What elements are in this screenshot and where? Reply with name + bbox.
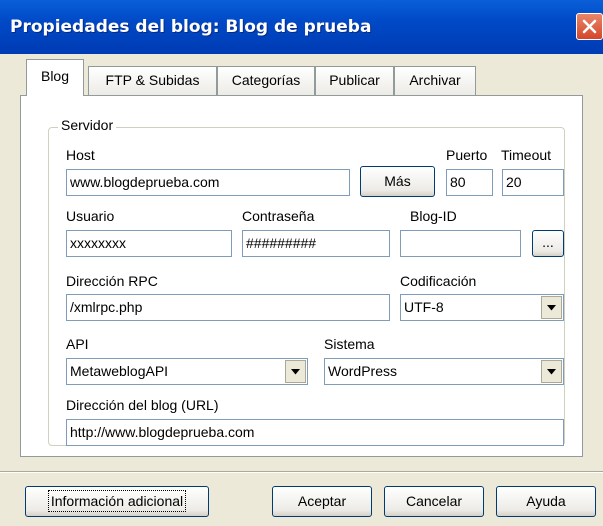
info-adicional-button[interactable]: Información adicional	[25, 486, 209, 517]
tab-label: Archivar	[409, 72, 461, 88]
puerto-label: Puerto	[446, 147, 488, 163]
contrasena-label: Contraseña	[242, 208, 315, 224]
timeout-label: Timeout	[501, 147, 552, 163]
tab-label: FTP & Subidas	[105, 72, 200, 88]
host-label: Host	[66, 147, 95, 163]
ayuda-label: Ayuda	[526, 493, 566, 509]
tab-archivar[interactable]: Archivar	[394, 66, 476, 95]
close-button[interactable]	[576, 13, 603, 40]
info-adicional-label: Información adicional	[47, 490, 187, 512]
mas-button-label: Más	[384, 173, 411, 189]
sistema-value: WordPress	[328, 363, 397, 379]
browse-button-label: ...	[542, 234, 554, 250]
chevron-down-icon	[547, 369, 556, 375]
close-icon	[582, 19, 597, 34]
usuario-input[interactable]: xxxxxxxx	[66, 230, 232, 257]
tab-label: Categorías	[231, 72, 301, 88]
chevron-down-icon	[291, 369, 300, 375]
usuario-label: Usuario	[66, 208, 115, 224]
blogid-label: Blog-ID	[410, 208, 457, 224]
aceptar-button[interactable]: Aceptar	[272, 486, 372, 517]
codificacion-label: Codificación	[400, 273, 477, 289]
tab-label: Publicar	[329, 72, 380, 88]
tab-ftp-subidas[interactable]: FTP & Subidas	[88, 66, 217, 95]
separator	[0, 471, 603, 473]
sistema-select[interactable]: WordPress	[324, 358, 564, 385]
tab-label: Blog	[40, 68, 70, 84]
title-bar[interactable]: Propiedades del blog: Blog de prueba	[0, 0, 603, 54]
api-value: MetaweblogAPI	[70, 363, 169, 379]
sistema-label: Sistema	[324, 336, 375, 352]
cancelar-button[interactable]: Cancelar	[384, 486, 484, 517]
timeout-input[interactable]: 20	[502, 169, 564, 196]
url-input[interactable]: http://www.blogdeprueba.com	[66, 419, 564, 446]
window-title: Propiedades del blog: Blog de prueba	[10, 17, 372, 37]
sistema-dropdown-button[interactable]	[541, 360, 562, 383]
codificacion-value: UTF-8	[404, 299, 444, 315]
ayuda-button[interactable]: Ayuda	[496, 486, 596, 517]
url-label: Dirección del blog (URL)	[66, 397, 219, 413]
tab-publicar[interactable]: Publicar	[315, 66, 394, 95]
api-select[interactable]: MetaweblogAPI	[66, 358, 308, 385]
browse-blogid-button[interactable]: ...	[532, 230, 564, 257]
cancelar-label: Cancelar	[405, 493, 463, 509]
rpc-label: Dirección RPC	[66, 273, 158, 289]
api-label: API	[66, 336, 89, 352]
codificacion-dropdown-button[interactable]	[541, 296, 562, 319]
blogid-input[interactable]	[400, 230, 521, 257]
aceptar-label: Aceptar	[297, 493, 347, 509]
tab-categorias[interactable]: Categorías	[217, 66, 315, 95]
mas-button[interactable]: Más	[360, 166, 435, 197]
tab-blog[interactable]: Blog	[26, 59, 84, 96]
host-input[interactable]: www.blogdeprueba.com	[66, 169, 350, 196]
servidor-legend: Servidor	[58, 117, 117, 133]
contrasena-input[interactable]: #########	[242, 230, 390, 257]
codificacion-select[interactable]: UTF-8	[400, 294, 564, 321]
puerto-input[interactable]: 80	[446, 169, 493, 196]
api-dropdown-button[interactable]	[285, 360, 306, 383]
rpc-input[interactable]: /xmlrpc.php	[66, 294, 390, 321]
chevron-down-icon	[547, 305, 556, 311]
